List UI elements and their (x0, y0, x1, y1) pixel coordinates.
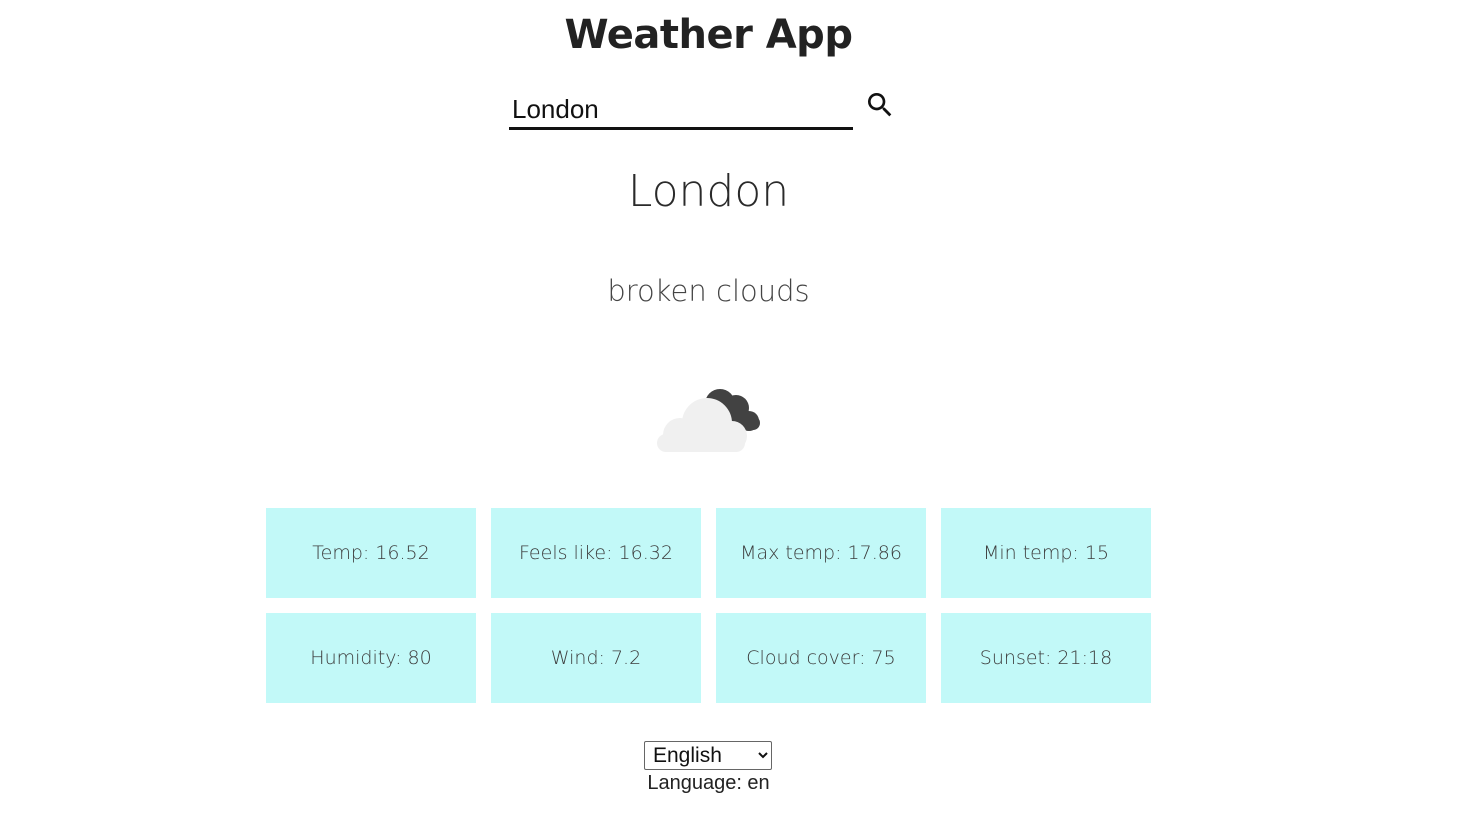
city-name: London (627, 166, 790, 217)
stat-card-max-temp: Max temp: 17.86 (716, 508, 926, 598)
app-title: Weather App (564, 12, 853, 58)
search-bar (509, 88, 853, 134)
language-select[interactable]: English (644, 741, 772, 770)
weather-description: broken clouds (607, 274, 810, 308)
stat-card-feels-like: Feels like: 16.32 (491, 508, 701, 598)
stat-card-cloud-cover: Cloud cover: 75 (716, 613, 926, 703)
search-button[interactable] (862, 88, 898, 124)
broken-clouds-icon (657, 389, 760, 452)
stat-card-sunset: Sunset: 21:18 (941, 613, 1151, 703)
stat-card-humidity: Humidity: 80 (266, 613, 476, 703)
search-icon (868, 92, 892, 116)
language-label: Language: en (647, 772, 770, 794)
stat-card-temp: Temp: 16.52 (266, 508, 476, 598)
weather-stats-grid: Temp: 16.52 Feels like: 16.32 Max temp: … (266, 508, 1151, 703)
search-input[interactable] (509, 88, 853, 130)
stat-card-wind: Wind: 7.2 (491, 613, 701, 703)
stat-card-min-temp: Min temp: 15 (941, 508, 1151, 598)
